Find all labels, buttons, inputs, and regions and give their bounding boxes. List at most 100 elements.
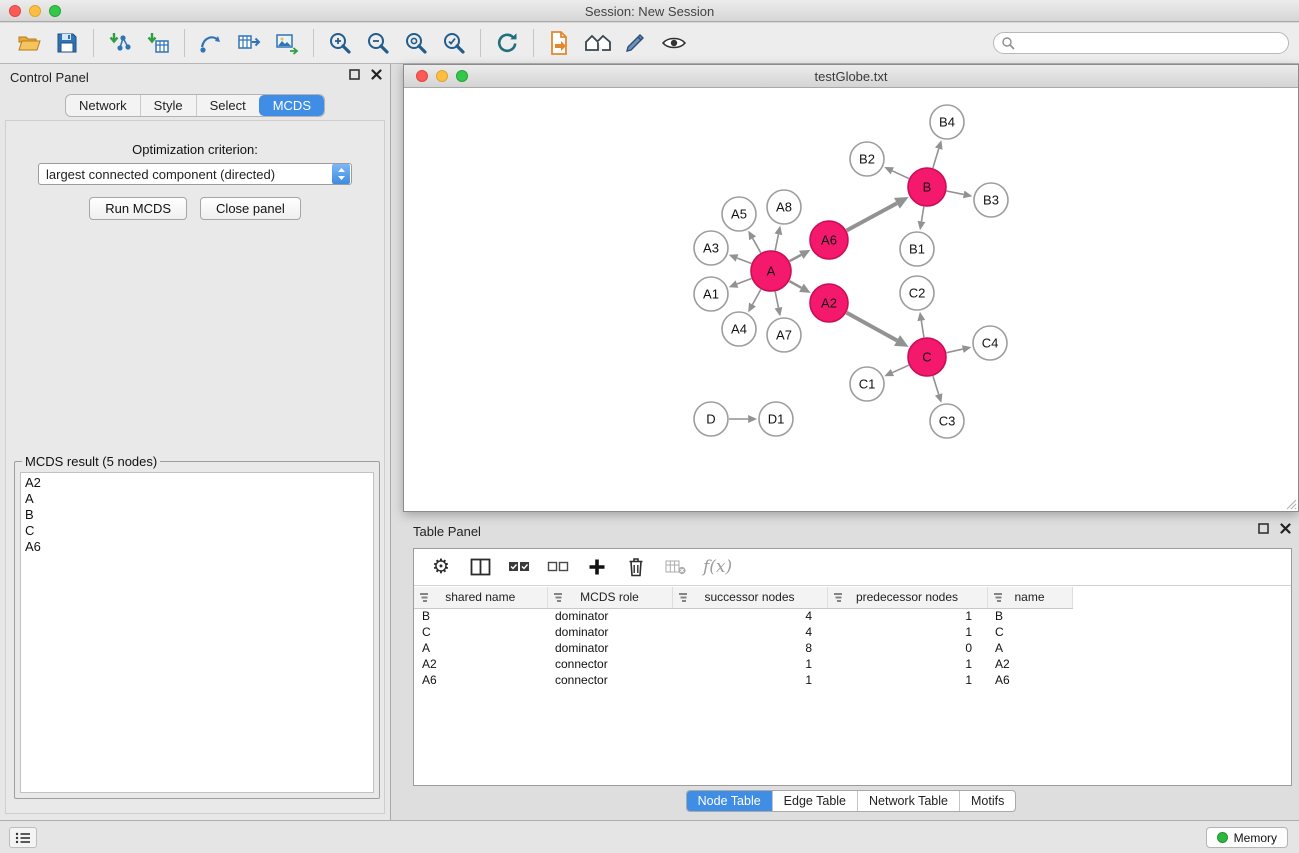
table-cell[interactable]: 1 — [827, 608, 987, 624]
graph-node-A7[interactable]: A7 — [767, 318, 801, 352]
tab-mcds[interactable]: MCDS — [259, 95, 324, 116]
graph-edge-A-A7[interactable] — [775, 292, 778, 308]
table-cell[interactable]: dominator — [547, 640, 672, 656]
table-cell[interactable]: 1 — [672, 672, 827, 688]
graph-node-A3[interactable]: A3 — [694, 231, 728, 265]
graph-node-D1[interactable]: D1 — [759, 402, 793, 436]
delete-column-button[interactable] — [625, 554, 647, 580]
zoom-selected-button[interactable] — [435, 26, 473, 60]
table-cell[interactable]: A — [987, 640, 1072, 656]
table-cell[interactable]: 4 — [672, 608, 827, 624]
table-row[interactable]: Adominator80A — [414, 640, 1291, 656]
table-cell[interactable]: connector — [547, 656, 672, 672]
table-cell[interactable]: connector — [547, 672, 672, 688]
graph-node-D[interactable]: D — [694, 402, 728, 436]
close-panel-icon[interactable] — [1280, 523, 1291, 534]
network-canvas[interactable]: B4B2BB3A5A8A6A3B1AA1C2A2A4A7C4CC1C3DD1 — [404, 89, 1298, 511]
table-cell[interactable]: A2 — [987, 656, 1072, 672]
toggle-graphics-details-button[interactable] — [655, 26, 693, 60]
export-table-button[interactable] — [230, 26, 268, 60]
open-document-button[interactable] — [541, 26, 579, 60]
graph-node-A6[interactable]: A6 — [810, 221, 848, 259]
refresh-layout-button[interactable] — [488, 26, 526, 60]
graph-node-C2[interactable]: C2 — [900, 276, 934, 310]
home-view-button[interactable] — [579, 26, 617, 60]
table-cell[interactable]: A — [414, 640, 547, 656]
table-cell[interactable]: 4 — [672, 624, 827, 640]
optimization-criterion-select[interactable]: largest connected component (directed) — [38, 163, 352, 185]
graph-node-B[interactable]: B — [908, 168, 946, 206]
open-session-button[interactable] — [10, 26, 48, 60]
float-panel-icon[interactable] — [1258, 523, 1269, 534]
mcds-result-item[interactable]: B — [25, 507, 369, 523]
column-header-shared-name[interactable]: shared name — [414, 587, 547, 608]
table-cell[interactable]: dominator — [547, 608, 672, 624]
graph-node-C3[interactable]: C3 — [930, 404, 964, 438]
tab-network-table[interactable]: Network Table — [857, 791, 959, 811]
table-row[interactable]: A6connector11A6 — [414, 672, 1291, 688]
table-cell[interactable]: 8 — [672, 640, 827, 656]
export-network-button[interactable] — [192, 26, 230, 60]
deselect-all-columns-button[interactable] — [547, 554, 569, 580]
column-header-predecessor-nodes[interactable]: predecessor nodes — [827, 587, 987, 608]
graph-edge-A-A4[interactable] — [752, 289, 760, 304]
graph-edge-A6-B[interactable] — [847, 203, 897, 230]
graph-node-B3[interactable]: B3 — [974, 183, 1008, 217]
mcds-result-list[interactable]: A2ABCA6 — [20, 472, 374, 793]
memory-button[interactable]: Memory — [1206, 827, 1288, 848]
graph-edge-C-C2[interactable] — [921, 321, 924, 338]
graph-edge-B-B2[interactable] — [892, 171, 909, 179]
import-network-button[interactable] — [101, 26, 139, 60]
table-cell[interactable]: C — [987, 624, 1072, 640]
graph-edge-A2-C[interactable] — [847, 313, 898, 341]
graph-node-A8[interactable]: A8 — [767, 190, 801, 224]
mcds-result-item[interactable]: A6 — [25, 539, 369, 555]
graph-edge-A-A6[interactable] — [790, 255, 802, 261]
column-header-name[interactable]: name — [987, 587, 1072, 608]
graph-node-B2[interactable]: B2 — [850, 142, 884, 176]
float-panel-icon[interactable] — [349, 69, 360, 80]
zoom-out-button[interactable] — [359, 26, 397, 60]
graph-edge-A-A8[interactable] — [775, 234, 778, 250]
select-all-columns-button[interactable] — [508, 554, 530, 580]
graph-node-C[interactable]: C — [908, 338, 946, 376]
delete-table-button[interactable] — [664, 554, 686, 580]
graph-edge-A-A5[interactable] — [753, 238, 761, 252]
table-settings-button[interactable]: ⚙ — [430, 554, 452, 580]
table-cell[interactable]: dominator — [547, 624, 672, 640]
tab-select[interactable]: Select — [196, 95, 259, 116]
zoom-in-button[interactable] — [321, 26, 359, 60]
graph-edge-B-B3[interactable] — [947, 191, 964, 194]
tab-network[interactable]: Network — [66, 95, 140, 116]
mcds-result-item[interactable]: C — [25, 523, 369, 539]
table-cell[interactable]: 0 — [827, 640, 987, 656]
column-header-successor-nodes[interactable]: successor nodes — [672, 587, 827, 608]
tab-edge-table[interactable]: Edge Table — [772, 791, 857, 811]
style-brush-button[interactable] — [617, 26, 655, 60]
run-mcds-button[interactable]: Run MCDS — [89, 197, 187, 220]
table-cell[interactable]: 1 — [827, 672, 987, 688]
graph-node-C1[interactable]: C1 — [850, 367, 884, 401]
mcds-result-item[interactable]: A — [25, 491, 369, 507]
graph-node-B1[interactable]: B1 — [900, 232, 934, 266]
graph-edge-C-C3[interactable] — [933, 376, 939, 394]
show-columns-button[interactable] — [469, 554, 491, 580]
graph-edge-A-A2[interactable] — [789, 281, 801, 288]
table-cell[interactable]: A2 — [414, 656, 547, 672]
search-input[interactable] — [993, 32, 1289, 54]
table-row[interactable]: Bdominator41B — [414, 608, 1291, 624]
table-cell[interactable]: B — [414, 608, 547, 624]
create-column-button[interactable] — [586, 554, 608, 580]
save-session-button[interactable] — [48, 26, 86, 60]
export-image-button[interactable] — [268, 26, 306, 60]
graph-node-C4[interactable]: C4 — [973, 326, 1007, 360]
tab-node-table[interactable]: Node Table — [687, 791, 772, 811]
close-panel-button[interactable]: Close panel — [200, 197, 301, 220]
table-cell[interactable]: 1 — [827, 624, 987, 640]
graph-node-A1[interactable]: A1 — [694, 277, 728, 311]
graph-node-A4[interactable]: A4 — [722, 312, 756, 346]
mcds-result-item[interactable]: A2 — [25, 475, 369, 491]
close-panel-icon[interactable] — [371, 69, 382, 80]
import-table-button[interactable] — [139, 26, 177, 60]
graph-edge-C-C1[interactable] — [892, 365, 908, 372]
